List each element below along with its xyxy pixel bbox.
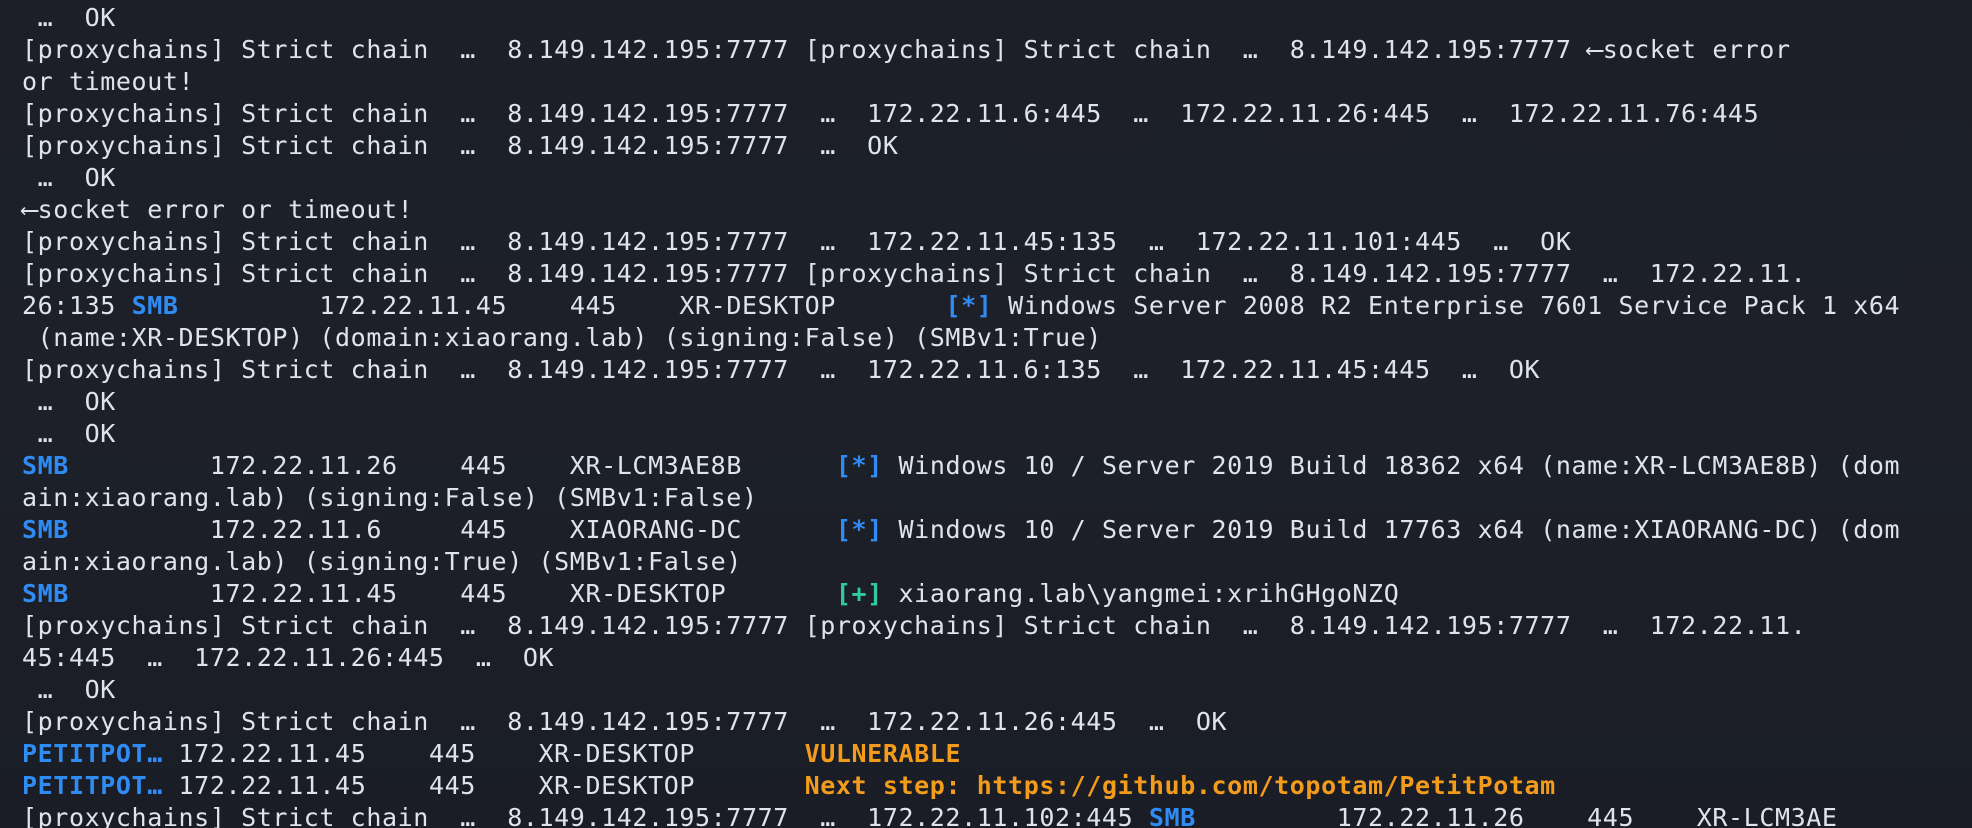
info-marker: [*] [945,291,993,320]
vulnerability-notice: Next step: https://github.com/topotam/Pe… [804,771,1556,800]
smb-module-tag: SMB [1148,803,1196,828]
smb-module-tag: SMB [131,291,179,320]
terminal-line: PETITPOT… 172.22.11.45 445 XR-DESKTOP VU… [22,738,1900,770]
petitpotam-module-tag: PETITPOT… [22,739,163,768]
output-text: Windows 10 / Server 2019 Build 17763 x64… [882,515,1901,544]
output-text: … OK [22,3,116,32]
output-text: xiaorang.lab\yangmei:xrihGHgoNZQ [882,579,1400,608]
output-text: [proxychains] Strict chain … 8.149.142.1… [22,707,1228,736]
success-marker: [+] [835,579,883,608]
output-text: Windows Server 2008 R2 Enterprise 7601 S… [992,291,1901,320]
terminal-line: … OK [22,674,1900,706]
output-text: [proxychains] Strict chain … 8.149.142.1… [22,99,1760,128]
output-text: 172.22.11.26 445 XR-LCM3AE8B [68,451,836,480]
terminal-line: (name:XR-DESKTOP) (domain:xiaorang.lab) … [22,322,1900,354]
output-text: [proxychains] Strict chain … 8.149.142.1… [22,227,1572,256]
terminal-line: ain:xiaorang.lab) (signing:False) (SMBv1… [22,482,1900,514]
terminal-line: SMB 172.22.11.45 445 XR-DESKTOP [+] xiao… [22,578,1900,610]
terminal-line: … OK [22,2,1900,34]
terminal-window[interactable]: … OK [proxychains] Strict chain … 8.149.1… [0,0,1972,828]
output-text: [proxychains] Strict chain … 8.149.142.1… [22,611,1807,640]
output-text: ain:xiaorang.lab) (signing:False) (SMBv1… [22,483,758,512]
terminal-line: [proxychains] Strict chain … 8.149.142.1… [22,706,1900,738]
output-text: 26:135 [22,291,132,320]
output-text: 45:445 … 172.22.11.26:445 … OK [22,643,555,672]
terminal-line: or timeout! [22,66,1900,98]
output-text: (name:XR-DESKTOP) (domain:xiaorang.lab) … [22,323,1102,352]
terminal-line: [proxychains] Strict chain … 8.149.142.1… [22,226,1900,258]
terminal-line: SMB 172.22.11.26 445 XR-LCM3AE8B [*] Win… [22,450,1900,482]
smb-module-tag: SMB [22,451,69,480]
output-text: [proxychains] Strict chain … 8.149.142.1… [22,803,1149,828]
output-text: 172.22.11.45 445 XR-DESKTOP [68,579,836,608]
output-text: 172.22.11.45 445 XR-DESKTOP [162,739,805,768]
petitpotam-module-tag: PETITPOT… [22,771,163,800]
terminal-line: [proxychains] Strict chain … 8.149.142.1… [22,354,1900,386]
output-text: … OK [22,675,116,704]
terminal-line: … OK [22,386,1900,418]
terminal-line: … OK [22,162,1900,194]
terminal-line: ain:xiaorang.lab) (signing:True) (SMBv1:… [22,546,1900,578]
output-text: 172.22.11.26 445 XR-LCM3AE [1195,803,1838,828]
output-text: … OK [22,387,116,416]
output-text: 172.22.11.45 445 XR-DESKTOP [162,771,805,800]
output-text: Windows 10 / Server 2019 Build 18362 x64… [882,451,1901,480]
info-marker: [*] [835,515,883,544]
output-text: ⟵socket error or timeout! [22,195,414,224]
output-text: or timeout! [22,67,195,96]
terminal-line: [proxychains] Strict chain … 8.149.142.1… [22,98,1900,130]
terminal-line: [proxychains] Strict chain … 8.149.142.1… [22,130,1900,162]
output-text: ain:xiaorang.lab) (signing:True) (SMBv1:… [22,547,742,576]
terminal-line: 26:135 SMB 172.22.11.45 445 XR-DESKTOP [… [22,290,1900,322]
terminal-line: … OK [22,418,1900,450]
terminal-output[interactable]: … OK [proxychains] Strict chain … 8.149.1… [22,2,1900,828]
output-text: … OK [22,419,116,448]
output-text: [proxychains] Strict chain … 8.149.142.1… [22,131,899,160]
info-marker: [*] [835,451,883,480]
output-text: 172.22.11.45 445 XR-DESKTOP [178,291,946,320]
output-text: 172.22.11.6 445 XIAORANG-DC [68,515,836,544]
terminal-line: [proxychains] Strict chain … 8.149.142.1… [22,34,1900,66]
terminal-line: 45:445 … 172.22.11.26:445 … OK [22,642,1900,674]
terminal-line: [proxychains] Strict chain … 8.149.142.1… [22,610,1900,642]
output-text: [proxychains] Strict chain … 8.149.142.1… [22,355,1541,384]
terminal-line: [proxychains] Strict chain … 8.149.142.1… [22,802,1900,828]
smb-module-tag: SMB [22,579,69,608]
terminal-line: ⟵socket error or timeout! [22,194,1900,226]
terminal-line: [proxychains] Strict chain … 8.149.142.1… [22,258,1900,290]
smb-module-tag: SMB [22,515,69,544]
vulnerability-notice: VULNERABLE [804,739,962,768]
output-text: [proxychains] Strict chain … 8.149.142.1… [22,35,1791,64]
terminal-line: PETITPOT… 172.22.11.45 445 XR-DESKTOP Ne… [22,770,1900,802]
terminal-line: SMB 172.22.11.6 445 XIAORANG-DC [*] Wind… [22,514,1900,546]
output-text: [proxychains] Strict chain … 8.149.142.1… [22,259,1807,288]
output-text: … OK [22,163,116,192]
